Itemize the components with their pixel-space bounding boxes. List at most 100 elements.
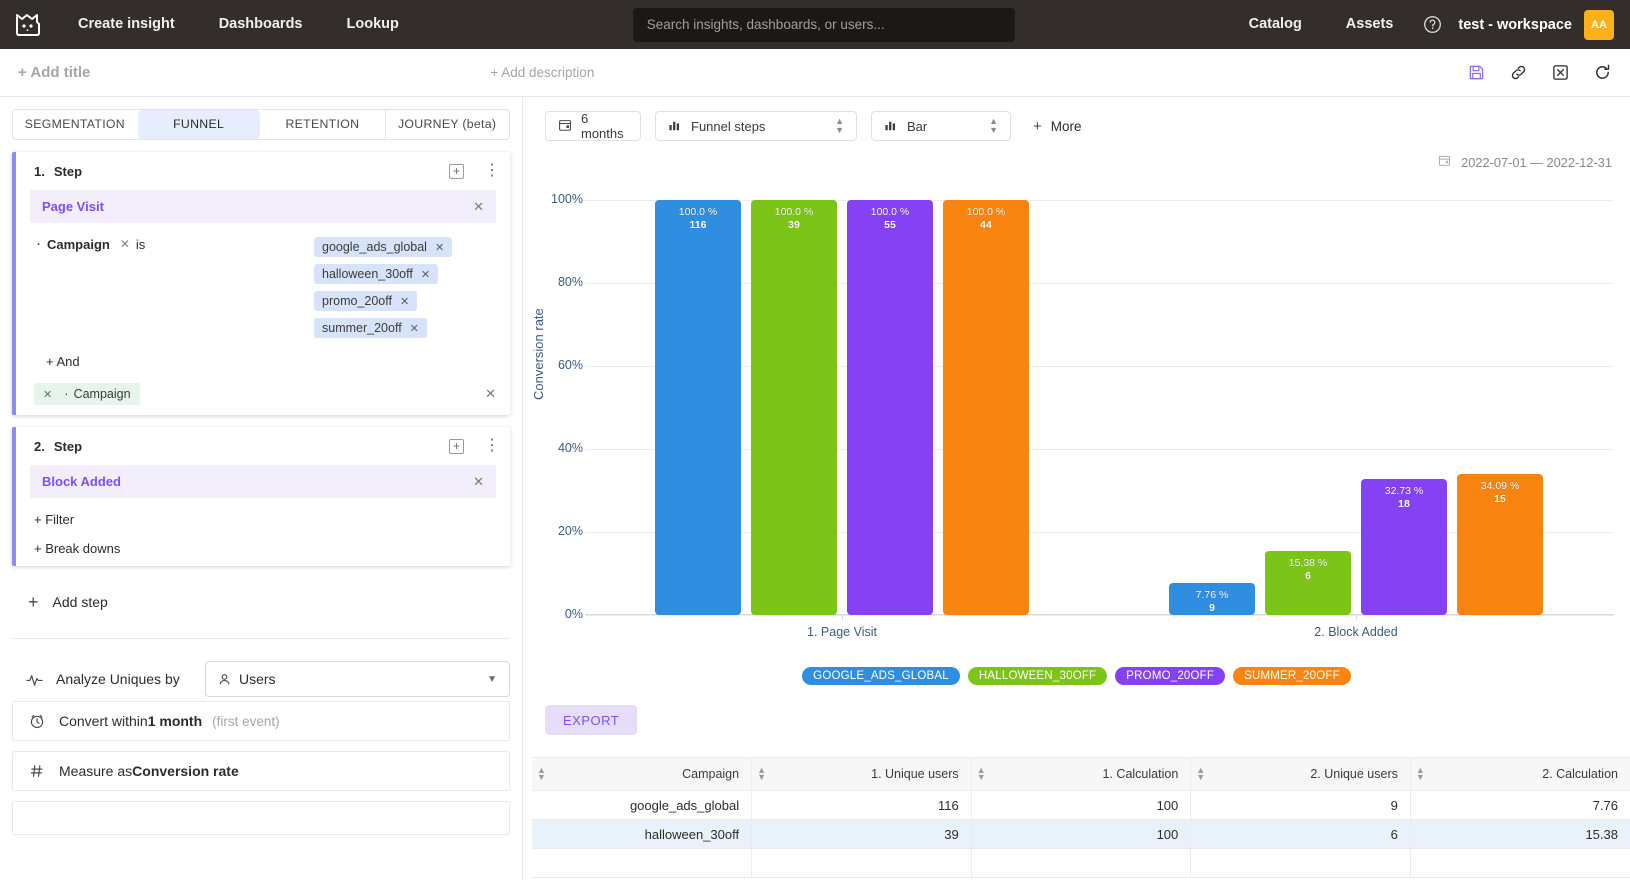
legend-item[interactable]: GOOGLE_ADS_GLOBAL	[802, 667, 960, 685]
bar-percent-label: 100.0 %	[871, 205, 910, 219]
legend-item[interactable]: SUMMER_20OFF	[1233, 667, 1351, 685]
add-and-condition-button[interactable]: + And	[16, 338, 510, 369]
table-row[interactable]: halloween_30off39100615.38	[532, 820, 1630, 849]
nav-catalog[interactable]: Catalog	[1227, 0, 1324, 49]
refresh-icon[interactable]	[1593, 63, 1612, 82]
table-row[interactable]	[532, 849, 1630, 878]
search-input[interactable]	[633, 8, 1015, 42]
convert-within-row[interactable]: Convert within 1 month (first event)	[12, 701, 510, 741]
tab-funnel[interactable]: FUNNEL	[138, 110, 260, 139]
date-range-display[interactable]: 2022-07-01 — 2022-12-31	[1438, 154, 1612, 170]
bar-percent-label: 100.0 %	[679, 205, 718, 219]
filter-property[interactable]: Campaign	[47, 237, 110, 252]
add-title-button[interactable]: + Add title	[0, 64, 90, 81]
chart-bar[interactable]: 34.09 %15	[1457, 474, 1543, 615]
sort-icon[interactable]: ▲▼	[1196, 767, 1205, 781]
remove-filter-icon[interactable]: ✕	[120, 237, 130, 251]
analyze-uniques-select[interactable]: Users ▼	[205, 661, 510, 697]
filter-chip[interactable]: google_ads_global ✕	[314, 237, 452, 257]
filter-chip-remove-icon[interactable]: ✕	[400, 295, 409, 308]
add-step-button[interactable]: + Add step	[0, 566, 522, 610]
extra-option-row[interactable]	[12, 801, 510, 835]
filter-chip-remove-icon[interactable]: ✕	[410, 322, 419, 335]
bar-percent-label: 100.0 %	[967, 205, 1006, 219]
funnel-step-2: 2. Step + ⋮ Block Added ✕ + Filter + Bre…	[12, 427, 510, 566]
tab-retention[interactable]: RETENTION	[262, 110, 384, 139]
step-2-event-row[interactable]: Block Added ✕	[30, 465, 496, 498]
table-row[interactable]: google_ads_global11610097.76	[532, 791, 1630, 820]
more-options-button[interactable]: + More	[1033, 118, 1082, 135]
filter-chip[interactable]: summer_20off ✕	[314, 318, 427, 338]
close-box-icon[interactable]	[1552, 64, 1569, 81]
help-circle-icon[interactable]	[1423, 15, 1442, 34]
chart-bar[interactable]: 100.0 %55	[847, 200, 933, 615]
breakdown-chip[interactable]: ✕ · Campaign	[34, 383, 140, 405]
chart-bar[interactable]: 15.38 %6	[1265, 551, 1351, 615]
analysis-type-tabs: SEGMENTATION FUNNEL RETENTION JOURNEY (b…	[12, 109, 510, 140]
save-icon[interactable]	[1468, 64, 1485, 81]
avatar[interactable]: AA	[1584, 10, 1614, 40]
add-description-button[interactable]: + Add description	[490, 65, 594, 80]
step-2-number: 2.	[34, 439, 45, 454]
legend-item[interactable]: HALLOWEEN_30OFF	[968, 667, 1107, 685]
sort-icon[interactable]: ▲▼	[977, 767, 986, 781]
table-column-header[interactable]: ▲▼1. Unique users	[752, 758, 972, 791]
chart-type-control[interactable]: Bar ▲▼	[871, 111, 1011, 141]
bar-percent-label: 34.09 %	[1481, 479, 1520, 493]
breakdown-mode-control[interactable]: Funnel steps ▲▼	[655, 111, 857, 141]
chart-bar[interactable]: 32.73 %18	[1361, 479, 1447, 615]
step-1-menu-icon[interactable]: ⋮	[484, 166, 500, 176]
table-column-header[interactable]: ▲▼2. Unique users	[1191, 758, 1411, 791]
chart-type-value: Bar	[907, 119, 927, 134]
nav-lookup[interactable]: Lookup	[325, 0, 421, 49]
sort-icon[interactable]: ▲▼	[757, 767, 766, 781]
results-table: ▲▼Campaign▲▼1. Unique users▲▼1. Calculat…	[532, 757, 1630, 878]
measure-as-row[interactable]: Measure as Conversion rate	[12, 751, 510, 791]
link-icon[interactable]	[1509, 63, 1528, 82]
remove-event-icon[interactable]: ✕	[473, 199, 484, 215]
filter-chip-remove-icon[interactable]: ✕	[421, 268, 430, 281]
date-preset-control[interactable]: 6 months	[545, 111, 641, 141]
chart-bar[interactable]: 100.0 %116	[655, 200, 741, 615]
nav-create-insight[interactable]: Create insight	[56, 0, 197, 49]
bullet-icon: ·	[64, 389, 68, 399]
sort-icon[interactable]: ▲▼	[537, 767, 546, 781]
x-axis-tick-mark	[1356, 615, 1357, 620]
add-event-icon[interactable]: +	[449, 439, 464, 454]
filter-chip[interactable]: promo_20off ✕	[314, 291, 417, 311]
nav-dashboards[interactable]: Dashboards	[197, 0, 325, 49]
stepper-icon[interactable]: ▲▼	[989, 117, 998, 135]
legend-item[interactable]: PROMO_20OFF	[1115, 667, 1225, 685]
add-breakdowns-button[interactable]: + Break downs	[16, 527, 510, 556]
step-2-menu-icon[interactable]: ⋮	[484, 441, 500, 451]
filter-chip[interactable]: halloween_30off ✕	[314, 264, 438, 284]
add-event-icon[interactable]: +	[449, 164, 464, 179]
date-preset-value: 6 months	[581, 111, 628, 141]
tab-segmentation[interactable]: SEGMENTATION	[14, 110, 136, 139]
step-1-event-row[interactable]: Page Visit ✕	[30, 190, 496, 223]
analyze-uniques-label: Analyze Uniques by	[56, 671, 180, 687]
remove-breakdown-icon[interactable]: ✕	[485, 386, 496, 402]
chart-bar[interactable]: 7.76 %9	[1169, 583, 1255, 615]
workspace-name[interactable]: test - workspace	[1458, 17, 1584, 33]
table-column-header[interactable]: ▲▼1. Calculation	[971, 758, 1191, 791]
stepper-icon[interactable]: ▲▼	[835, 117, 844, 135]
add-filter-button[interactable]: + Filter	[16, 498, 510, 527]
breakdown-chip-remove-icon[interactable]: ✕	[43, 388, 52, 401]
filter-operator[interactable]: is	[136, 237, 145, 252]
remove-event-icon[interactable]: ✕	[473, 474, 484, 490]
export-button[interactable]: EXPORT	[545, 705, 637, 735]
chart-bar[interactable]: 100.0 %44	[943, 200, 1029, 615]
calendar-icon	[558, 118, 572, 135]
tab-journey[interactable]: JOURNEY (beta)	[385, 110, 508, 139]
sort-icon[interactable]: ▲▼	[1416, 767, 1425, 781]
breakdown-chip-label: Campaign	[74, 387, 131, 401]
more-label: More	[1051, 119, 1082, 134]
table-column-header[interactable]: ▲▼Campaign	[532, 758, 752, 791]
hash-icon	[29, 763, 59, 779]
filter-chip-remove-icon[interactable]: ✕	[435, 241, 444, 254]
table-column-header[interactable]: ▲▼2. Calculation	[1410, 758, 1630, 791]
nav-assets[interactable]: Assets	[1324, 0, 1416, 49]
cat-logo-icon[interactable]	[0, 13, 56, 37]
chart-bar[interactable]: 100.0 %39	[751, 200, 837, 615]
